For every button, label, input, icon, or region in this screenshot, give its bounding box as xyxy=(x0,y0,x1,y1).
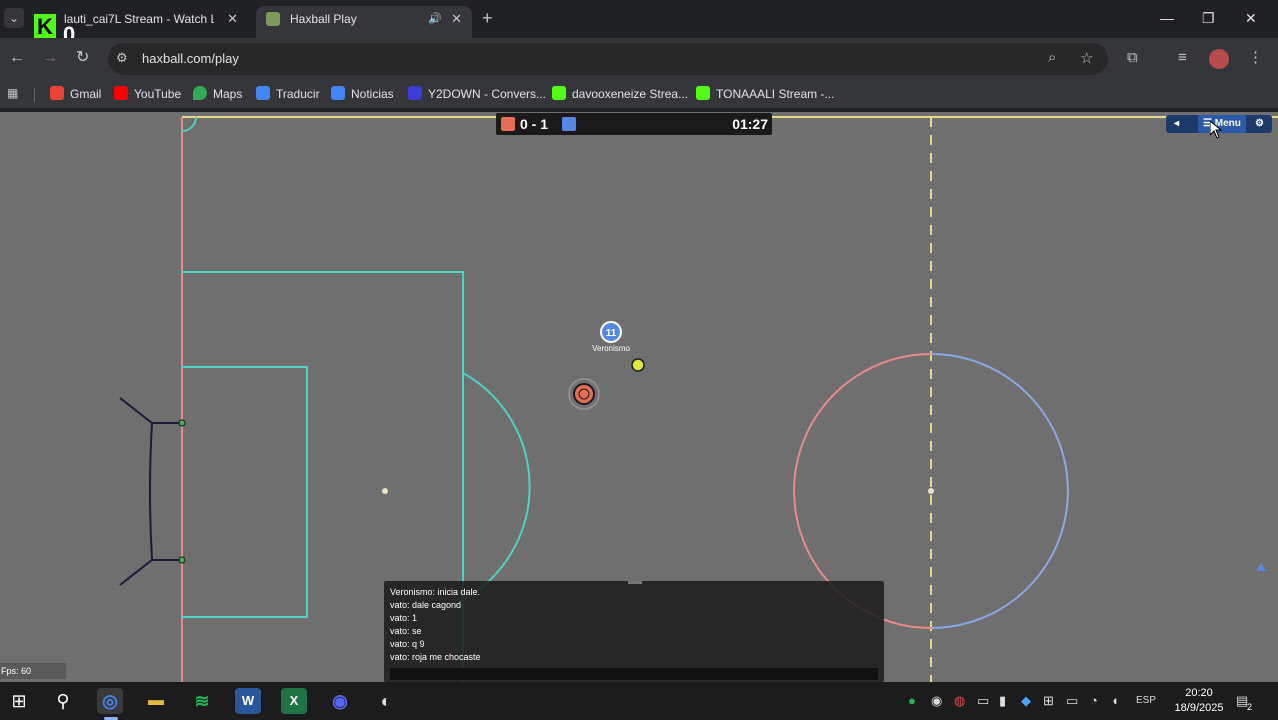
chat-resize-handle[interactable] xyxy=(628,581,642,584)
bookmark-tonaaali[interactable]: TONAAALI Stream -... xyxy=(696,86,834,101)
haxball-favicon-icon xyxy=(266,12,280,26)
settings-gear-icon[interactable]: ⚙ xyxy=(1255,115,1264,133)
center-spot xyxy=(928,488,934,494)
notification-count: 2 xyxy=(1247,702,1253,712)
word-icon[interactable]: W xyxy=(235,688,261,714)
language-indicator[interactable]: ESP xyxy=(1136,692,1156,710)
kick-icon xyxy=(552,86,566,100)
restore-button[interactable]: ❐ xyxy=(1202,8,1215,28)
kick-logo-icon: K xyxy=(34,14,56,40)
extensions-icon[interactable]: ⧉ xyxy=(1127,48,1138,68)
chat-message: vato: dale cagond xyxy=(390,600,462,610)
battery-tray-icon[interactable]: ▭ xyxy=(1066,692,1078,710)
chat-box: Veronismo: inicia dale. vato: dale cagon… xyxy=(384,581,884,682)
game-timer: 01:27 xyxy=(732,116,768,132)
bookmark-y2down[interactable]: Y2DOWN - Convers... xyxy=(408,86,546,101)
spotify-tray-icon[interactable]: ● xyxy=(908,692,916,710)
recording-tray-icon[interactable]: ◍ xyxy=(954,692,965,710)
youtube-icon xyxy=(114,86,128,100)
ball xyxy=(631,358,645,372)
tab-haxball-play[interactable]: Haxball Play 🔊 ✕ xyxy=(256,6,472,38)
y2down-icon xyxy=(408,86,422,100)
obs-icon[interactable]: ◐ xyxy=(373,688,399,714)
score-text: 0 - 1 xyxy=(520,116,549,132)
apps-grid-icon[interactable]: ▦ xyxy=(7,86,21,100)
drive-tray-icon[interactable]: ▭ xyxy=(977,692,989,710)
tab-strip: ⌄ lauti_cai7L Stream - Watch Live ✕ Haxb… xyxy=(0,0,1278,47)
discord-tray-icon[interactable]: ◉ xyxy=(931,692,942,710)
tab-title: Haxball Play xyxy=(290,12,357,26)
red-player xyxy=(573,383,595,405)
windows-taskbar: ⊞ ⚲ ◎ ▬ ≋ W X ◉ ◐ ● ◉ ◍ ▭ ▮ ◆ ⊞ ▭ ◔ ◖ ES… xyxy=(0,682,1278,720)
browser-toolbar: ← → ↻ ⚙ haxball.com/play ⌕ ☆ ⧉ ≡ ⋮ xyxy=(0,38,1278,80)
forward-button[interactable]: → xyxy=(42,48,58,68)
bookmark-gmail[interactable]: Gmail xyxy=(50,86,101,101)
microphone-tray-icon[interactable]: ▮ xyxy=(999,692,1006,710)
penalty-spot xyxy=(382,488,388,494)
gmail-icon xyxy=(50,86,64,100)
search-icon[interactable]: ⚲ xyxy=(50,688,76,714)
mouse-cursor-icon xyxy=(1210,121,1222,139)
address-bar[interactable]: ⚙ haxball.com/play ⌕ ☆ xyxy=(108,43,1108,75)
system-clock[interactable]: 20:20 18/9/2025 xyxy=(1166,686,1232,716)
bookmark-star-icon[interactable]: ☆ xyxy=(1080,49,1093,67)
wifi-icon[interactable]: ◔ xyxy=(1090,692,1098,710)
news-icon xyxy=(331,86,345,100)
site-settings-icon[interactable]: ⚙ xyxy=(116,50,128,66)
chrome-taskbar-icon[interactable]: ◎ xyxy=(97,688,123,714)
excel-icon[interactable]: X xyxy=(281,688,307,714)
chat-message: vato: 1 xyxy=(390,613,418,623)
bookmarks-bar: ▦ Gmail YouTube Maps Traducir Noticias Y… xyxy=(0,80,1278,108)
close-icon[interactable]: ✕ xyxy=(227,6,238,32)
app-tray-icon[interactable]: ◆ xyxy=(1021,692,1031,710)
goal-post-top xyxy=(178,419,186,427)
chat-input[interactable] xyxy=(390,668,878,680)
clock-date: 18/9/2025 xyxy=(1174,702,1224,714)
tab-title: lauti_cai7L Stream - Watch Live xyxy=(64,12,214,26)
maps-icon xyxy=(193,86,207,100)
url-text[interactable]: haxball.com/play xyxy=(142,51,239,66)
back-button[interactable]: ← xyxy=(9,48,25,68)
blue-player-number: 11 xyxy=(605,328,617,339)
collapse-left-button[interactable]: ◂ xyxy=(1174,115,1179,133)
file-explorer-icon[interactable]: ▬ xyxy=(143,688,169,714)
translate-icon xyxy=(256,86,270,100)
blue-player-name: Veronismo xyxy=(592,344,630,353)
zoom-icon[interactable]: ⌕ xyxy=(1048,49,1056,66)
more-menu-icon[interactable]: ⋮ xyxy=(1248,48,1263,68)
scoreboard: 0 - 1 01:27 xyxy=(496,113,772,135)
close-icon[interactable]: ✕ xyxy=(451,6,462,32)
bookmark-noticias[interactable]: Noticias xyxy=(331,86,394,101)
bookmarks-divider xyxy=(34,88,35,102)
goal-post-bottom xyxy=(178,556,186,564)
windows-security-tray-icon[interactable]: ⊞ xyxy=(1043,692,1054,710)
spotify-icon[interactable]: ≋ xyxy=(189,688,215,714)
blue-team-color xyxy=(562,117,576,131)
media-controls-icon[interactable]: ≡ xyxy=(1178,48,1187,68)
start-button[interactable]: ⊞ xyxy=(6,688,32,714)
fps-counter: Fps: 60 xyxy=(0,663,66,679)
minimize-button[interactable]: — xyxy=(1160,8,1174,28)
discord-icon[interactable]: ◉ xyxy=(327,688,353,714)
speaker-icon[interactable]: 🔊 xyxy=(428,6,442,32)
window-close-button[interactable]: ✕ xyxy=(1245,8,1257,28)
kick-icon xyxy=(696,86,710,100)
bookmark-maps[interactable]: Maps xyxy=(193,86,242,101)
bookmark-traducir[interactable]: Traducir xyxy=(256,86,320,101)
volume-icon[interactable]: ◖ xyxy=(1111,692,1119,710)
red-team-color xyxy=(501,117,515,131)
reload-button[interactable]: ↻ xyxy=(76,48,89,68)
chat-message: Veronismo: inicia dale. xyxy=(390,587,481,597)
profile-avatar[interactable] xyxy=(1209,49,1229,69)
chat-message: vato: se xyxy=(390,626,422,636)
bookmark-davooxeneize[interactable]: davooxeneize Strea... xyxy=(552,86,688,101)
new-tab-button[interactable]: + xyxy=(482,8,493,28)
chat-message: vato: roja me chocaste xyxy=(390,652,481,662)
chat-message: vato: q 9 xyxy=(390,639,425,649)
tab-search-button[interactable]: ⌄ xyxy=(4,8,24,28)
clock-time: 20:20 xyxy=(1185,687,1213,699)
bookmark-youtube[interactable]: YouTube xyxy=(114,86,181,101)
